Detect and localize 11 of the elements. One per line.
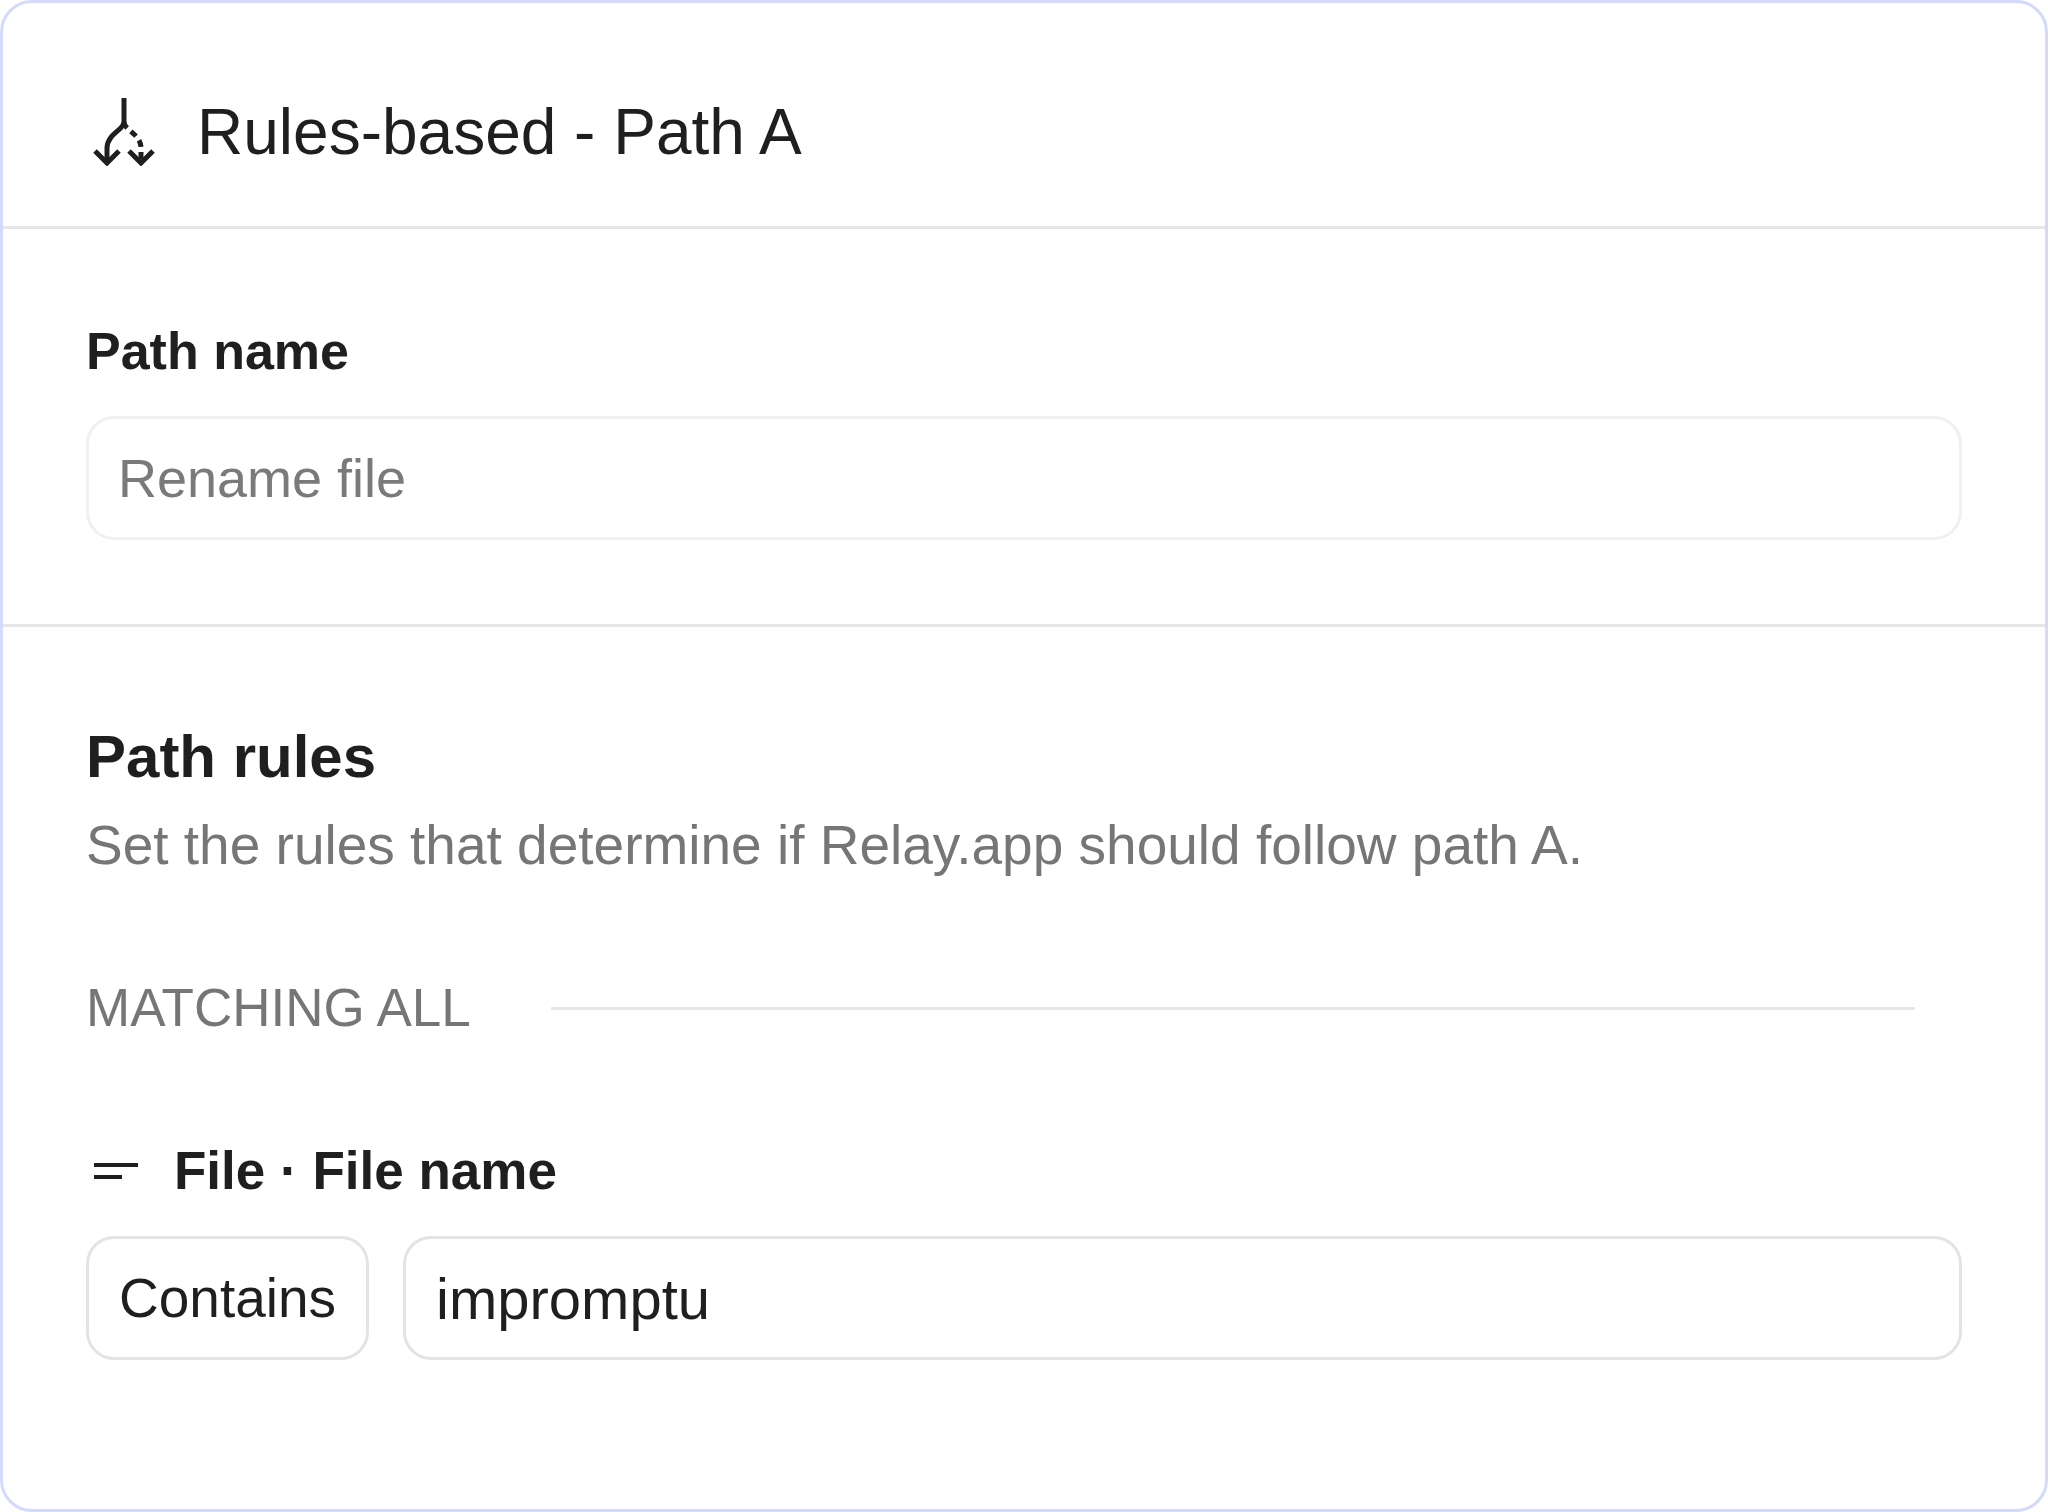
section-description: Set the rules that determine if Relay.app should follow path A. [86,814,1584,876]
lines-icon [94,1163,138,1179]
section-heading: Path rules [86,722,377,792]
rule-value-field[interactable]: impromptu [403,1236,1962,1360]
field-label: Path name [86,321,349,381]
panel-title: Rules-based - Path A [197,94,802,170]
operator-dropdown[interactable]: Contains [86,1236,370,1360]
rule-field-label: File · File name [174,1141,557,1201]
match-mode-label: MATCHING ALL [86,980,471,1036]
split-arrows-icon [93,97,155,166]
path-name-field[interactable]: Rename file [86,416,1962,540]
